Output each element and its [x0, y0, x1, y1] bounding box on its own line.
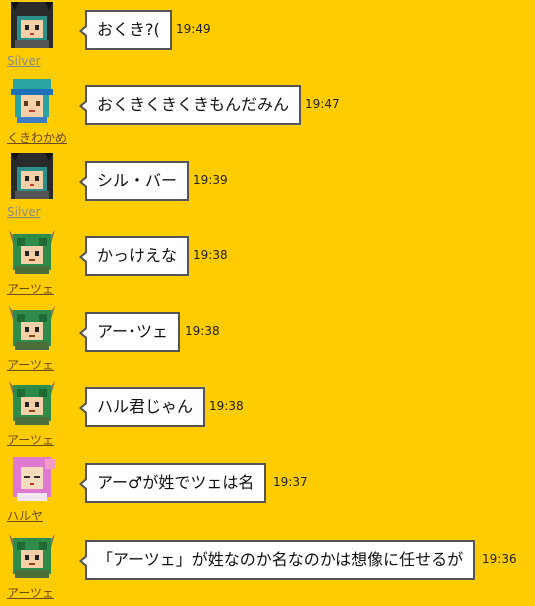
- message-bubble: 「アーツェ」が姓なのか名なのかは想像に任せるが: [78, 540, 476, 580]
- green-dragon-avatar-icon[interactable]: [7, 302, 57, 352]
- username-link[interactable]: Silver: [7, 54, 67, 68]
- avatar-block: Silver: [7, 0, 67, 68]
- username-link[interactable]: アーツェ: [7, 431, 67, 448]
- message-row: アーツェ ハル君じゃん 19:38: [0, 377, 535, 453]
- message-bubble: アー♂が姓でツェは名: [78, 463, 267, 503]
- black-cat-hood-avatar-icon[interactable]: [7, 151, 57, 201]
- message-row: Silver おくき?( 19:49: [0, 0, 535, 76]
- username-link[interactable]: アーツェ: [7, 356, 67, 373]
- message-row: アーツェ かっけえな 19:38: [0, 226, 535, 302]
- message-bubble: ハル君じゃん: [78, 387, 206, 427]
- message-time: 19:38: [193, 248, 228, 262]
- username-link[interactable]: くきわかめ: [7, 129, 67, 146]
- avatar-block: アーツェ: [7, 302, 67, 373]
- black-cat-hood-avatar-icon[interactable]: [7, 0, 57, 50]
- username-link[interactable]: アーツェ: [7, 584, 67, 601]
- message-time: 19:36: [482, 552, 517, 566]
- message-time: 19:49: [176, 22, 211, 36]
- pink-hair-avatar-icon[interactable]: [7, 453, 57, 503]
- avatar-block: Silver: [7, 151, 67, 219]
- avatar-block: くきわかめ: [7, 75, 67, 146]
- green-dragon-avatar-icon[interactable]: [7, 377, 57, 427]
- message-row: Silver シル・バー 19:39: [0, 151, 535, 227]
- message-time: 19:47: [305, 97, 340, 111]
- message-row: アーツェ 「アーツェ」が姓なのか名なのかは想像に任せるが 19:36: [0, 530, 535, 606]
- avatar-block: アーツェ: [7, 530, 67, 601]
- avatar-block: アーツェ: [7, 226, 67, 297]
- message-time: 19:38: [209, 399, 244, 413]
- avatar-block: ハルヤ: [7, 453, 67, 524]
- message-bubble: かっけえな: [78, 236, 190, 276]
- avatar-block: アーツェ: [7, 377, 67, 448]
- message-bubble: シル・バー: [78, 161, 190, 201]
- teal-hat-avatar-icon[interactable]: [7, 75, 57, 125]
- username-link[interactable]: ハルヤ: [7, 507, 67, 524]
- message-time: 19:38: [185, 324, 220, 338]
- username-link[interactable]: Silver: [7, 205, 67, 219]
- message-row: ハルヤ アー♂が姓でツェは名 19:37: [0, 453, 535, 529]
- username-link[interactable]: アーツェ: [7, 280, 67, 297]
- message-row: くきわかめ おくきくきくきもんだみん 19:47: [0, 75, 535, 151]
- chat-log: Silver おくき?( 19:49 くきわかめ おくきくきくきもんだみん 19…: [0, 0, 535, 600]
- message-time: 19:37: [273, 475, 308, 489]
- message-bubble: おくきくきくきもんだみん: [78, 85, 302, 125]
- message-bubble: アー･ツェ: [78, 312, 181, 352]
- message-bubble: おくき?(: [79, 10, 172, 50]
- message-time: 19:39: [193, 173, 228, 187]
- green-dragon-avatar-icon[interactable]: [7, 226, 57, 276]
- green-dragon-avatar-icon[interactable]: [7, 530, 57, 580]
- message-row: アーツェ アー･ツェ 19:38: [0, 302, 535, 378]
